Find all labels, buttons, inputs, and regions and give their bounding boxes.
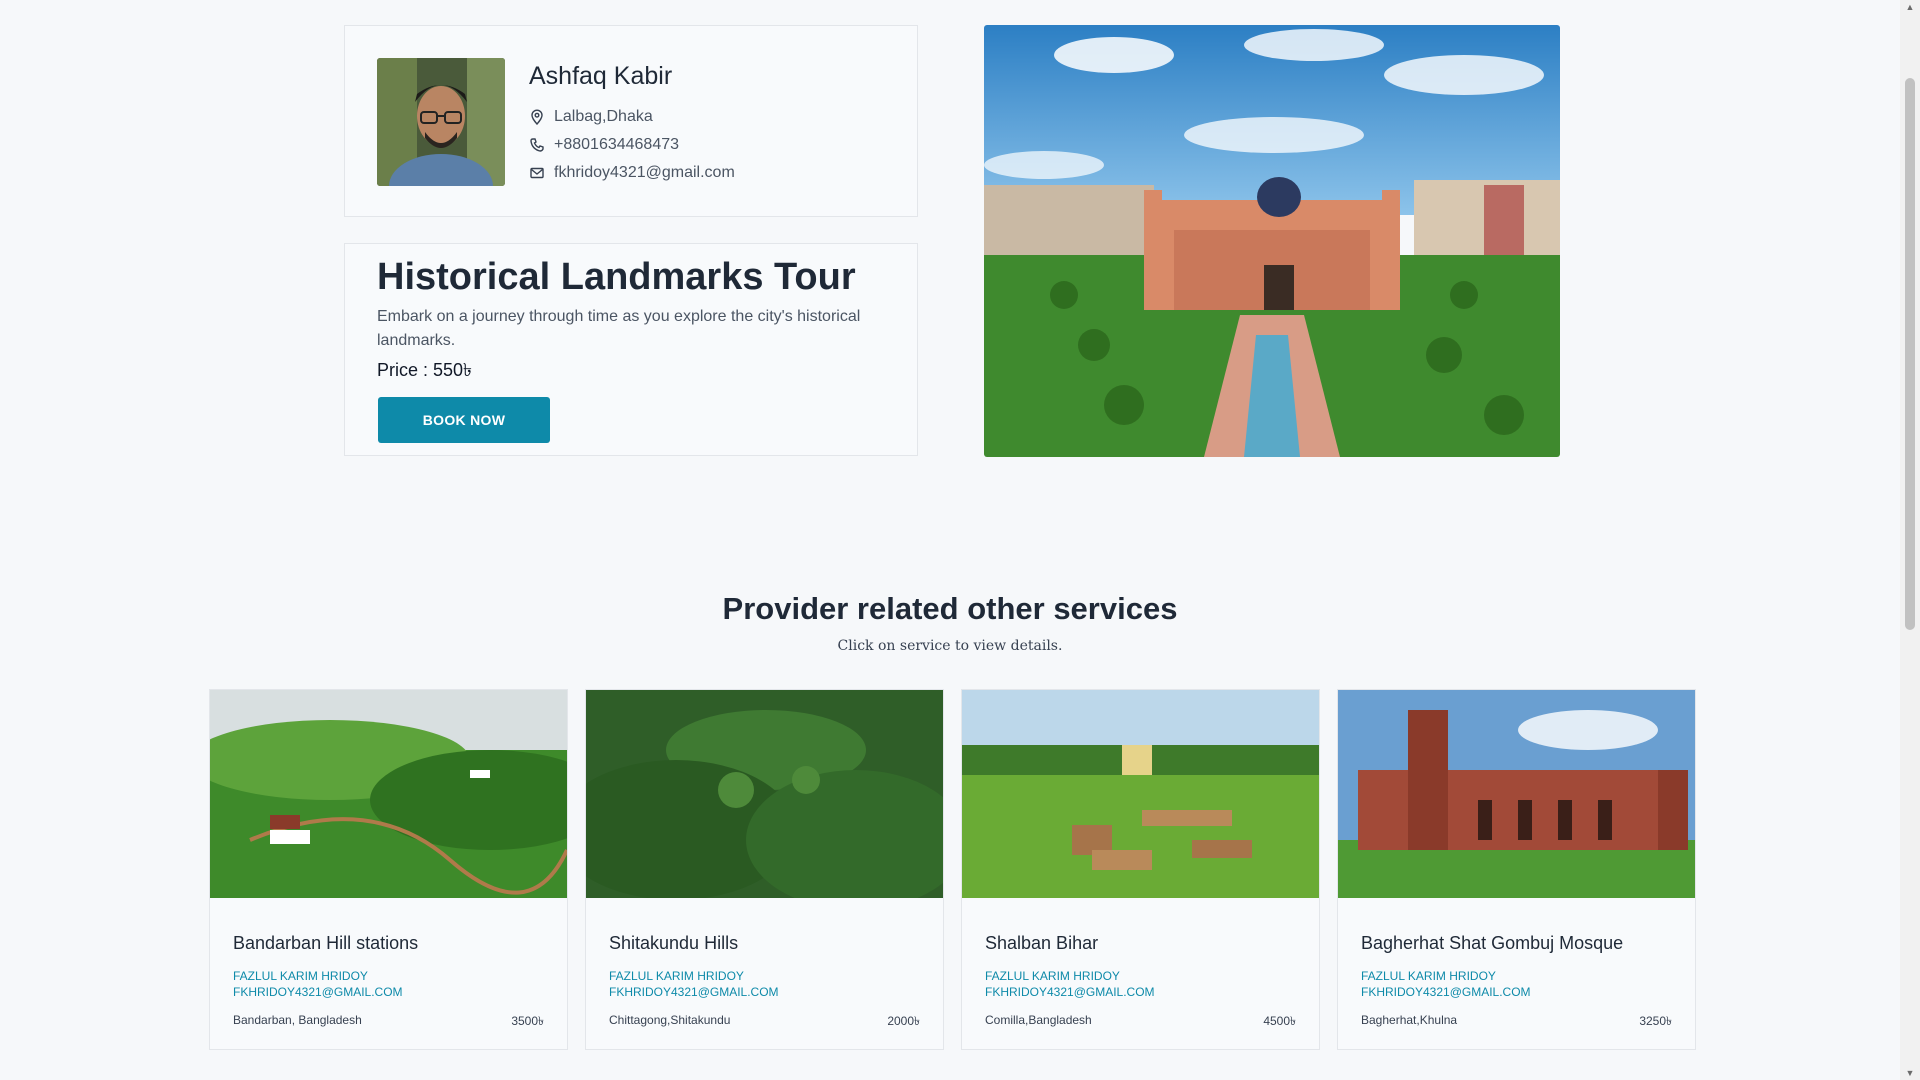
scrollbar-thumb[interactable] — [1905, 78, 1915, 630]
service-card-location: Comilla,Bangladesh — [985, 1013, 1092, 1027]
service-card[interactable]: Bandarban Hill stations FAZLUL KARIM HRI… — [209, 689, 568, 1050]
map-pin-icon — [529, 109, 545, 125]
service-description: Embark on a journey through time as you … — [377, 308, 861, 349]
service-card-provider: FAZLUL KARIM HRIDOY — [609, 969, 744, 983]
service-card-email: FKHRIDOY4321@GMAIL.COM — [985, 985, 1155, 999]
service-thumbnail — [962, 690, 1319, 898]
service-card-title: Bagherhat Shat Gombuj Mosque — [1361, 933, 1624, 953]
service-card-price: 3500৳ — [511, 1014, 544, 1028]
service-hero-image — [984, 25, 1560, 457]
service-card-title: Shalban Bihar — [985, 933, 1099, 953]
service-thumbnail — [586, 690, 943, 910]
service-card[interactable]: Shitakundu Hills FAZLUL KARIM HRIDOY FKH… — [585, 689, 944, 1050]
service-thumbnail — [210, 690, 567, 898]
service-card-location: Chittagong,Shitakundu — [609, 1013, 731, 1027]
service-card-price: 4500৳ — [1263, 1014, 1296, 1028]
related-services-title: Provider related other services — [722, 591, 1178, 626]
related-services-subtitle: Click on service to view details. — [837, 638, 1063, 654]
provider-email: fkhridoy4321@gmail.com — [529, 164, 735, 182]
provider-phone-text: +8801634468473 — [554, 136, 680, 153]
service-card-price: 3250৳ — [1639, 1014, 1672, 1028]
service-card-title: Bandarban Hill stations — [233, 933, 419, 953]
provider-name: Ashfaq Kabir — [529, 62, 673, 90]
service-card-provider: FAZLUL KARIM HRIDOY — [233, 969, 368, 983]
provider-card: Ashfaq Kabir Lalbag,Dhaka +8801634468473 — [344, 25, 918, 217]
service-card-price: 2000৳ — [887, 1014, 920, 1028]
service-card-title: Shitakundu Hills — [609, 933, 739, 953]
provider-avatar — [377, 58, 505, 186]
page: Ashfaq Kabir Lalbag,Dhaka +8801634468473 — [0, 0, 1900, 1080]
scroll-up-arrow-icon[interactable]: ▲ — [1905, 2, 1915, 12]
service-card-provider: FAZLUL KARIM HRIDOY — [985, 969, 1120, 983]
service-card-location: Bagherhat,Khulna — [1361, 1013, 1458, 1027]
service-card[interactable]: Shalban Bihar FAZLUL KARIM HRIDOY FKHRID… — [961, 689, 1320, 1050]
service-card-email: FKHRIDOY4321@GMAIL.COM — [233, 985, 403, 999]
service-card-provider: FAZLUL KARIM HRIDOY — [1361, 969, 1496, 983]
service-title: Historical Landmarks Tour — [377, 256, 856, 298]
service-price: Price : 550৳ — [377, 360, 473, 380]
service-card[interactable]: Bagherhat Shat Gombuj Mosque FAZLUL KARI… — [1337, 689, 1696, 1050]
provider-location: Lalbag,Dhaka — [529, 108, 653, 126]
service-detail-card: Historical Landmarks Tour Embark on a jo… — [344, 243, 918, 456]
page-scrollbar[interactable]: ▲ ▼ — [1900, 0, 1920, 1080]
provider-location-text: Lalbag,Dhaka — [554, 108, 653, 125]
phone-icon — [529, 137, 545, 153]
service-card-email: FKHRIDOY4321@GMAIL.COM — [1361, 985, 1531, 999]
provider-email-text: fkhridoy4321@gmail.com — [554, 164, 735, 181]
book-now-button[interactable]: BOOK NOW — [378, 397, 550, 443]
service-card-location: Bandarban, Bangladesh — [233, 1013, 362, 1027]
mail-icon — [529, 165, 545, 181]
service-thumbnail — [1338, 690, 1695, 898]
service-card-email: FKHRIDOY4321@GMAIL.COM — [609, 985, 779, 999]
scroll-down-arrow-icon[interactable]: ▼ — [1905, 1068, 1915, 1078]
provider-phone: +8801634468473 — [529, 136, 679, 154]
